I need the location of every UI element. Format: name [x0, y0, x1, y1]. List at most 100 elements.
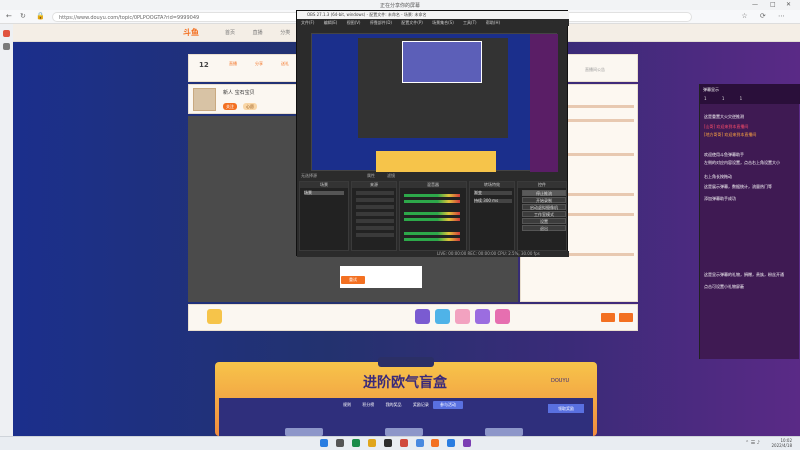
join-button[interactable]: 参与活动	[433, 401, 463, 409]
transition-select[interactable]: 渐变	[474, 191, 512, 195]
sources-dock-header: 来源	[352, 182, 396, 188]
banner-hook	[378, 357, 434, 367]
sidebar-add-icon[interactable]	[3, 43, 10, 50]
chat-message: 左侧的对应内容设置，点击右上角设置大小	[704, 160, 780, 165]
banner-tab-prize[interactable]: 我的奖品	[386, 402, 402, 407]
anchor-name: 新人 宝石宝贝	[223, 90, 255, 96]
gift-item[interactable]	[435, 309, 450, 324]
virtual-camera-button[interactable]: 启动虚拟摄像机	[522, 204, 566, 210]
properties-button[interactable]: 属性	[367, 173, 375, 179]
chat-header: 弹幕显示	[700, 84, 800, 104]
source-item[interactable]	[356, 205, 394, 209]
source-item[interactable]	[356, 198, 394, 202]
obs-menu-view[interactable]: 视图(V)	[347, 20, 361, 25]
clock[interactable]: 10:02 2022/4/18	[771, 438, 792, 448]
controls-dock: 控件 停止推流 开始录制 启动虚拟摄像机 工作室模式 设置 退出	[517, 181, 567, 251]
toolbar-icons[interactable]: ☆ ⟳ ⋯	[741, 12, 790, 20]
obs-menu-file[interactable]: 文件(F)	[301, 20, 314, 25]
obs-icon[interactable]	[383, 439, 392, 447]
audio-meter	[404, 212, 460, 215]
source-item[interactable]	[356, 219, 394, 223]
site-logo[interactable]: 斗鱼	[183, 27, 199, 38]
scene-item[interactable]: 场景	[304, 191, 344, 195]
banner-card[interactable]	[485, 428, 523, 436]
minimize-button[interactable]: —	[752, 1, 758, 8]
exit-button[interactable]: 退出	[522, 225, 566, 231]
source-item[interactable]	[356, 226, 394, 230]
chat-message: 这是展示弹幕，数据统计，流量热门等	[704, 184, 772, 189]
gift-item[interactable]	[455, 309, 470, 324]
banner-tab-record[interactable]: 奖励记录	[413, 402, 429, 407]
gift-bar	[188, 304, 638, 331]
obs-menu-scenes[interactable]: 场景集合(S)	[432, 20, 454, 25]
header-share[interactable]: 分享	[255, 61, 263, 67]
close-button[interactable]: ✕	[786, 1, 791, 8]
avatar[interactable]	[193, 88, 216, 111]
gift-item[interactable]	[495, 309, 510, 324]
app-icon[interactable]	[399, 439, 408, 447]
danmaku-assistant-panel: 弹幕显示 1 1 1 这是重置大火灾逆推测 [山哥] 欢迎来到本直播间 [地方哥…	[699, 84, 800, 359]
mixer-dock-header: 混音器	[400, 182, 466, 188]
taskbar: ⌃ ☰ ♪ 10:02 2022/4/18	[0, 436, 800, 450]
browser-icon[interactable]	[447, 439, 456, 447]
obs-preview[interactable]	[311, 33, 558, 172]
back-icon[interactable]: ←	[6, 12, 12, 20]
settings-button[interactable]: 设置	[522, 218, 566, 224]
gift-more-button[interactable]	[619, 313, 633, 322]
banner-title: 进阶欧气盲盒	[363, 375, 447, 391]
wish-tag[interactable]: 心愿	[243, 103, 257, 110]
header-gift[interactable]: 送礼	[281, 61, 289, 67]
maximize-button[interactable]: □	[770, 1, 776, 8]
source-item[interactable]	[356, 212, 394, 216]
retry-button[interactable]: 重试	[341, 276, 365, 284]
nav-live[interactable]: 直播	[253, 30, 263, 36]
source-item[interactable]	[356, 233, 394, 237]
follow-tag[interactable]: 关注	[223, 103, 237, 110]
obs-menu-tools[interactable]: 工具(T)	[463, 20, 477, 25]
banner-tab-rank[interactable]: 积分榜	[362, 402, 374, 407]
stop-stream-button[interactable]: 停止推流	[522, 190, 566, 196]
tray-icons[interactable]: ⌃ ☰ ♪	[745, 440, 760, 446]
chat-tab[interactable]: 1	[722, 96, 725, 101]
chat-tab[interactable]: 1	[740, 96, 743, 101]
obs-menu-profile[interactable]: 配置文件(P)	[401, 20, 423, 25]
nav-category[interactable]: 分类	[280, 30, 290, 36]
gift-send-button[interactable]	[601, 313, 615, 322]
sources-dock: 来源	[351, 181, 397, 251]
chat-message: 欢迎使用斗鱼弹幕助手	[704, 152, 744, 157]
douyu-icon[interactable]	[431, 439, 440, 447]
transitions-dock: 转场特效 渐变 持续 300 ms	[469, 181, 515, 251]
banner-tab-rules[interactable]: 规则	[343, 402, 351, 407]
mixer-dock: 混音器	[399, 181, 467, 251]
start-icon[interactable]	[320, 439, 328, 447]
start-record-button[interactable]: 开始录制	[522, 197, 566, 203]
room-notice[interactable]: 直播间公告	[585, 67, 605, 73]
sidebar-app-icon[interactable]	[3, 30, 10, 37]
obs-menu-edit[interactable]: 编辑(E)	[324, 20, 338, 25]
app-icon[interactable]	[463, 439, 472, 447]
header-live[interactable]: 直播	[229, 61, 237, 67]
banner-card[interactable]	[285, 428, 323, 436]
gift-item[interactable]	[207, 309, 222, 324]
refresh-icon[interactable]: ↻	[20, 12, 26, 20]
gift-item[interactable]	[415, 309, 430, 324]
window-title: 正在分享你的屏幕	[379, 3, 420, 9]
obs-menu-help[interactable]: 帮助(H)	[486, 20, 500, 25]
app-icon[interactable]	[415, 439, 424, 447]
banner-card[interactable]	[385, 428, 423, 436]
filters-button[interactable]: 滤镜	[387, 173, 395, 179]
studio-mode-button[interactable]: 工作室模式	[522, 211, 566, 217]
clock-date: 2022/4/18	[771, 443, 792, 448]
gift-item[interactable]	[475, 309, 490, 324]
claim-button[interactable]: 领取奖励	[548, 404, 584, 413]
folder-icon[interactable]	[367, 439, 376, 447]
source-item[interactable]	[356, 191, 394, 195]
nav-home[interactable]: 首页	[225, 30, 235, 36]
chat-tab[interactable]: 1	[704, 96, 707, 101]
obs-status-bar: LIVE: 00:00:00 REC: 00:00:00 CPU: 2.5%, …	[297, 251, 569, 257]
obs-menu-docks[interactable]: 停靠部件(D)	[370, 20, 392, 25]
transition-duration[interactable]: 持续 300 ms	[474, 199, 512, 203]
search-icon[interactable]	[335, 439, 344, 447]
chat-message: 这是重置大火灾逆推测	[704, 114, 744, 119]
app-icon[interactable]	[351, 439, 360, 447]
